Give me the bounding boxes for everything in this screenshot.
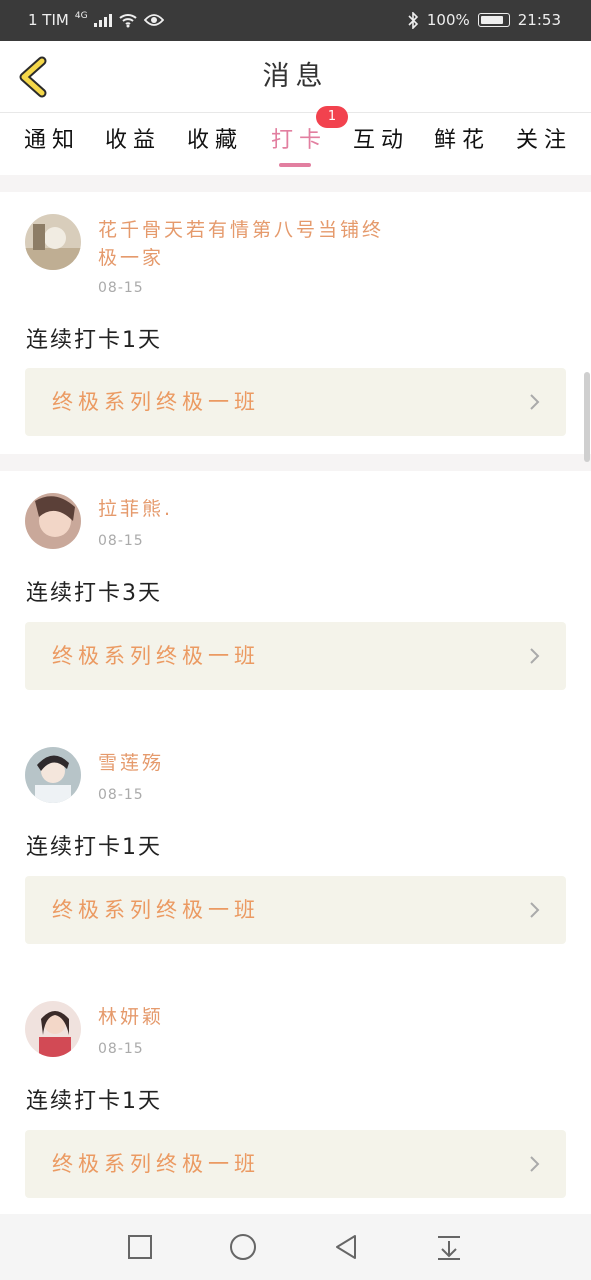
- tab-earnings[interactable]: 收益: [105, 113, 161, 175]
- avatar[interactable]: [25, 747, 81, 803]
- checkin-text: 连续打卡3天: [26, 581, 162, 606]
- chevron-right-icon: [530, 394, 540, 410]
- checkin-badge: 1: [316, 106, 348, 128]
- circle-icon: [230, 1234, 256, 1260]
- back-button[interactable]: [14, 55, 54, 99]
- chevron-right-icon: [530, 648, 540, 664]
- clock: 21:53: [517, 11, 561, 29]
- back-triangle-icon: [336, 1235, 356, 1259]
- post-date: 08-15: [98, 787, 144, 803]
- tab-bar: 通知 收益 收藏 打卡 互动 鲜花 关注: [0, 113, 591, 175]
- carrier-label: 1 TIM: [28, 11, 69, 29]
- checkin-card: 雪莲殇 08-15 连续打卡1天 终极系列终极一班: [0, 725, 591, 987]
- eye-icon: [143, 14, 164, 26]
- recent-apps-button[interactable]: [125, 1232, 155, 1262]
- header: 消息: [0, 41, 591, 113]
- tab-interactions[interactable]: 互动: [353, 113, 409, 175]
- system-nav-bar: [0, 1214, 591, 1280]
- chevron-right-icon: [530, 902, 540, 918]
- class-link-label: 终极系列终极一班: [52, 390, 260, 414]
- class-link[interactable]: 终极系列终极一班: [25, 876, 566, 944]
- class-link-label: 终极系列终极一班: [52, 1152, 260, 1176]
- tab-notifications[interactable]: 通知: [24, 113, 80, 175]
- scrollbar[interactable]: [584, 372, 590, 462]
- chevron-left-icon: [19, 56, 47, 98]
- tab-flowers[interactable]: 鲜花: [434, 113, 490, 175]
- checkin-text: 连续打卡1天: [26, 835, 162, 860]
- active-tab-indicator: [279, 163, 311, 167]
- square-icon: [128, 1235, 152, 1259]
- checkin-card: 拉菲熊. 08-15 连续打卡3天 终极系列终极一班: [0, 471, 591, 733]
- user-name[interactable]: 拉菲熊.: [98, 495, 398, 523]
- user-name[interactable]: 花千骨天若有情第八号当铺终极一家: [98, 216, 398, 272]
- avatar[interactable]: [25, 1001, 81, 1057]
- network-label: 4G: [74, 11, 88, 21]
- avatar[interactable]: [25, 214, 81, 270]
- chevron-right-icon: [530, 1156, 540, 1172]
- class-link-label: 终极系列终极一班: [52, 898, 260, 922]
- post-date: 08-15: [98, 533, 144, 549]
- user-name[interactable]: 雪莲殇: [98, 749, 398, 777]
- checkin-card: 林妍颖 08-15 连续打卡1天 终极系列终极一班: [0, 979, 591, 1241]
- notification-shade-button[interactable]: [434, 1232, 464, 1262]
- wifi-icon: [118, 14, 137, 28]
- status-bar: 1 TIM 4G 100% 21:53: [0, 0, 591, 41]
- post-date: 08-15: [98, 1041, 144, 1057]
- battery-percent: 100%: [426, 11, 470, 29]
- post-date: 08-15: [98, 280, 144, 296]
- bluetooth-icon: [408, 11, 419, 29]
- avatar[interactable]: [25, 493, 81, 549]
- class-link[interactable]: 终极系列终极一班: [25, 1130, 566, 1198]
- status-right: 100% 21:53: [407, 11, 561, 29]
- user-name[interactable]: 林妍颖: [98, 1003, 398, 1031]
- checkin-text: 连续打卡1天: [26, 328, 162, 353]
- class-link[interactable]: 终极系列终极一班: [25, 368, 566, 436]
- class-link[interactable]: 终极系列终极一班: [25, 622, 566, 690]
- system-back-button[interactable]: [331, 1232, 361, 1262]
- tab-following[interactable]: 关注: [516, 113, 572, 175]
- class-link-label: 终极系列终极一班: [52, 644, 260, 668]
- tab-favorites[interactable]: 收藏: [187, 113, 243, 175]
- status-left: 1 TIM 4G: [28, 11, 164, 29]
- notification-pull-icon: [438, 1236, 460, 1260]
- checkin-text: 连续打卡1天: [26, 1089, 162, 1114]
- battery-icon: [477, 13, 510, 27]
- page-title: 消息: [262, 61, 329, 92]
- signal-icon: [93, 13, 112, 27]
- home-button[interactable]: [228, 1232, 258, 1262]
- checkin-card: 花千骨天若有情第八号当铺终极一家 08-15 连续打卡1天 终极系列终极一班: [0, 192, 591, 454]
